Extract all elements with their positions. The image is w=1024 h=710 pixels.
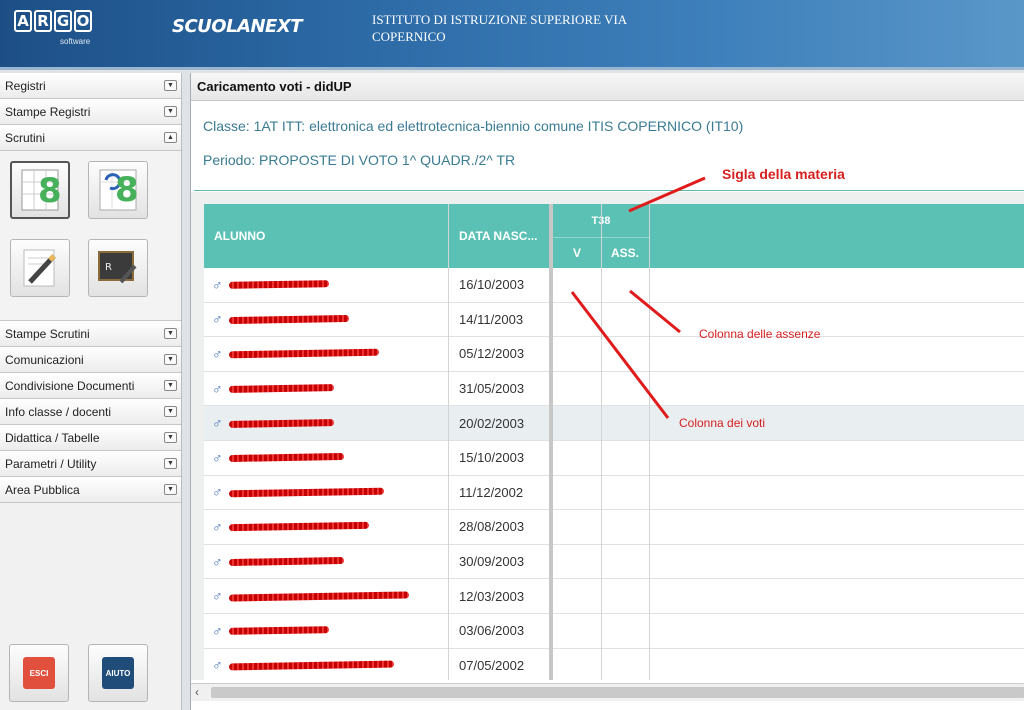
annotation-sigla: Sigla della materia	[722, 166, 845, 182]
annotation-assenze: Colonna delle assenze	[699, 327, 821, 341]
annotation-layer	[570, 176, 706, 419]
assenze-arrow	[629, 289, 681, 334]
annotation-voti: Colonna dei voti	[679, 416, 766, 430]
sigla-arrow	[628, 176, 706, 213]
